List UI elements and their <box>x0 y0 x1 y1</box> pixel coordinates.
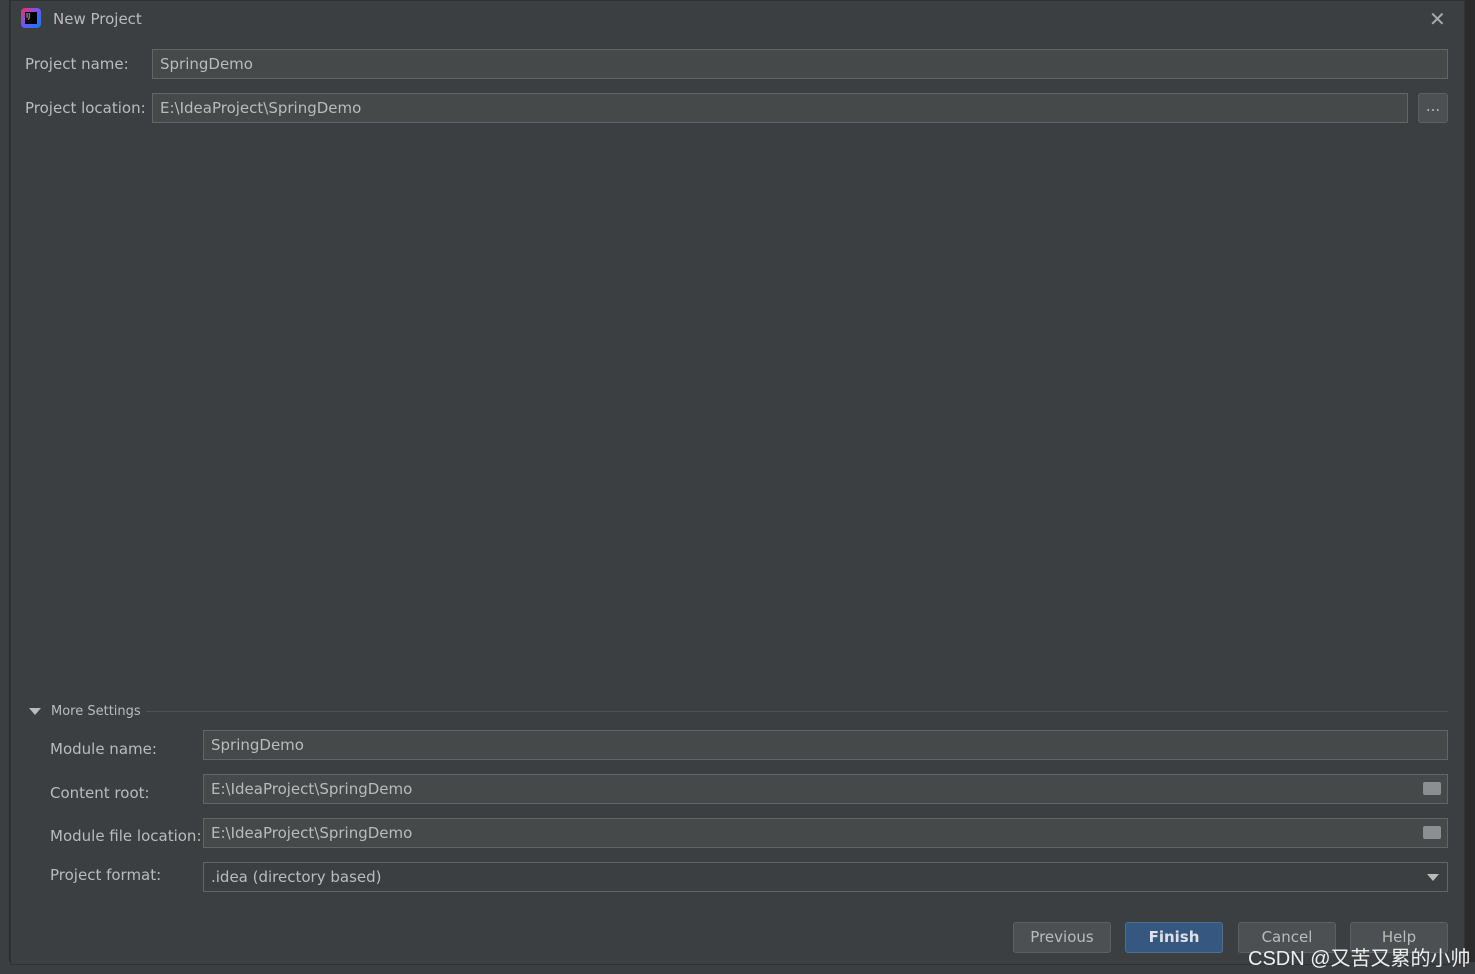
content-root-input[interactable]: E:\IdeaProject\SpringDemo <box>203 774 1448 804</box>
divider <box>146 711 1448 712</box>
module-file-location-label: Module file location: <box>50 827 202 845</box>
dialog-title: New Project <box>53 10 142 28</box>
folder-icon[interactable] <box>1423 826 1441 839</box>
project-format-value: .idea (directory based) <box>211 868 382 886</box>
content-root-value: E:\IdeaProject\SpringDemo <box>211 780 413 798</box>
project-location-input[interactable]: E:\IdeaProject\SpringDemo <box>152 93 1408 123</box>
background-ide <box>0 0 10 974</box>
module-name-label: Module name: <box>50 740 157 758</box>
more-settings-label: More Settings <box>51 704 141 719</box>
module-name-input[interactable]: SpringDemo <box>203 730 1448 760</box>
module-file-location-value: E:\IdeaProject\SpringDemo <box>211 824 413 842</box>
project-format-label: Project format: <box>50 866 162 884</box>
project-name-label: Project name: <box>25 55 129 73</box>
finish-button[interactable]: Finish <box>1125 922 1223 953</box>
previous-button[interactable]: Previous <box>1013 922 1111 953</box>
more-settings-toggle[interactable]: More Settings <box>29 704 141 719</box>
new-project-dialog: IJ New Project ✕ Project name: SpringDem… <box>10 0 1465 965</box>
chevron-down-icon <box>29 708 41 715</box>
content-root-label: Content root: <box>50 784 150 802</box>
project-name-input[interactable]: SpringDemo <box>152 49 1448 79</box>
chevron-down-icon <box>1427 874 1439 881</box>
watermark: CSDN @又苦又累的小帅 <box>1248 948 1471 970</box>
intellij-logo-icon: IJ <box>21 8 41 28</box>
browse-button[interactable]: ... <box>1418 93 1448 123</box>
folder-icon[interactable] <box>1423 782 1441 795</box>
module-file-location-input[interactable]: E:\IdeaProject\SpringDemo <box>203 818 1448 848</box>
close-icon[interactable]: ✕ <box>1429 7 1446 31</box>
project-location-label: Project location: <box>25 99 146 117</box>
project-format-select[interactable]: .idea (directory based) <box>203 862 1448 892</box>
